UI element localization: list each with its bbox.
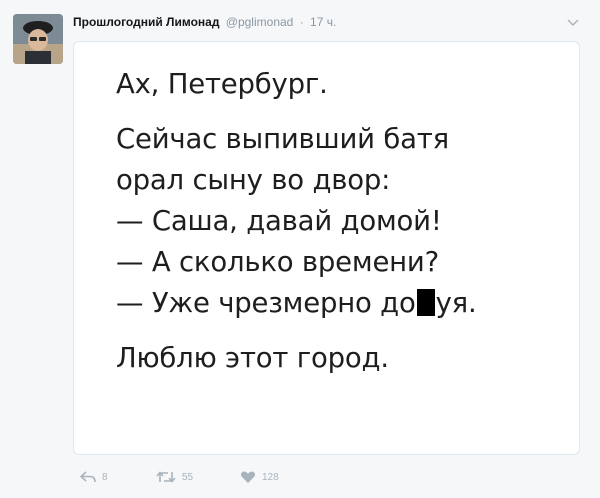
like-count: 128 [262,471,279,483]
media-line: Люблю этот город. [116,342,389,374]
censor-block [416,289,435,316]
user-handle[interactable]: @pglimonad [226,15,294,29]
reply-count: 8 [102,471,108,483]
display-name[interactable]: Прошлогодний Лимонад [73,15,219,29]
media-line-part: — Уже чрезмерно до [116,287,416,319]
tweet-media-image[interactable]: Ах, Петербург. Сейчас выпивший батя орал… [73,41,580,455]
media-text: Ах, Петербург. Сейчас выпивший батя орал… [116,64,477,379]
like-button[interactable]: 128 [240,468,279,486]
heart-icon [240,470,256,484]
tweet: Прошлогодний Лимонад @pglimonad · 17 ч. … [0,0,600,498]
media-line: — Саша, давай домой! [116,205,442,237]
media-line: орал сыну во двор: [116,164,391,196]
media-line-part: уя. [435,287,477,319]
reply-icon [80,470,96,484]
media-line: Сейчас выпивший батя [116,123,449,155]
avatar[interactable] [13,14,63,64]
chevron-down-icon[interactable] [566,16,580,28]
separator-dot: · [299,15,304,29]
media-line: — А сколько времени? [116,246,440,278]
retweet-count: 55 [182,471,194,483]
media-line: Ах, Петербург. [116,68,328,100]
media-line-censored: — Уже чрезмерно до уя. [116,283,477,324]
timestamp[interactable]: 17 ч. [310,15,336,29]
retweet-button[interactable]: 55 [156,468,193,486]
reply-button[interactable]: 8 [80,468,108,486]
tweet-header: Прошлогодний Лимонад @pglimonad · 17 ч. [73,14,336,30]
retweet-icon [156,470,176,484]
